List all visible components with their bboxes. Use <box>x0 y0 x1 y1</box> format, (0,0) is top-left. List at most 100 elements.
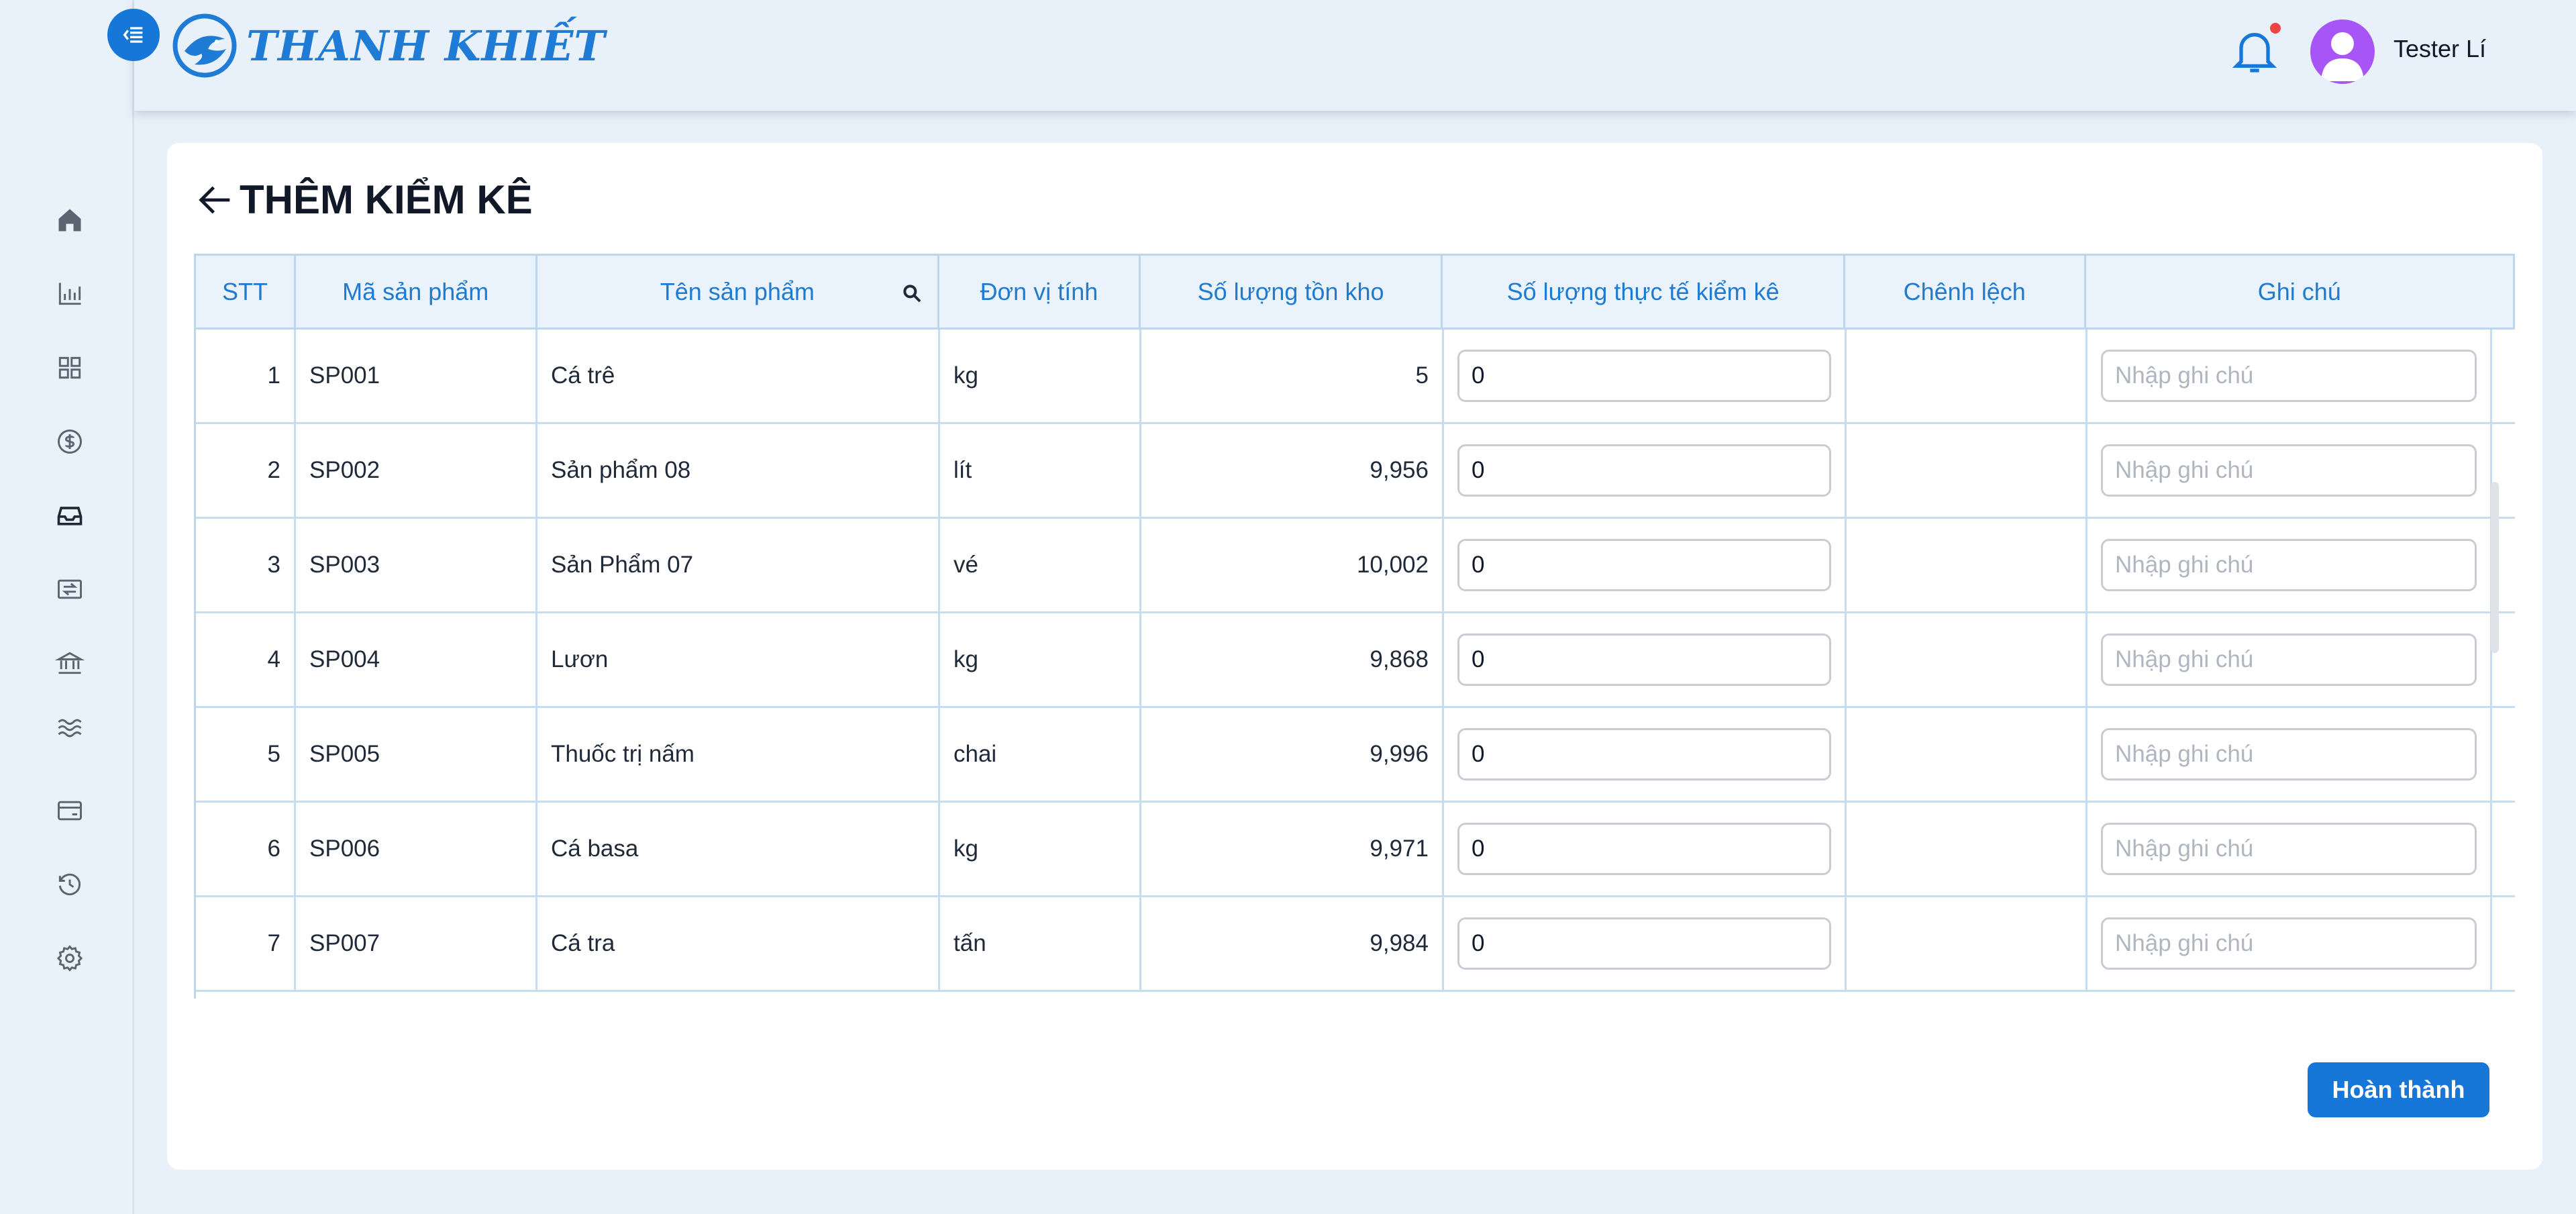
note-input[interactable] <box>2101 823 2477 875</box>
table-row: 2 SP002 Sản phẩm 08 lít 9,956 <box>196 424 2515 519</box>
row-product-code: SP004 <box>296 613 537 706</box>
row-unit: kg <box>940 613 1141 706</box>
column-header-note: Ghi chú <box>2086 256 2515 327</box>
notification-dot <box>2270 23 2281 34</box>
row-note-cell <box>2088 803 2492 895</box>
row-product-code: SP003 <box>296 519 537 611</box>
actual-count-input[interactable] <box>1457 444 1831 497</box>
table-row: 5 SP005 Thuốc trị nấm chai 9,996 <box>196 708 2515 803</box>
row-stt: 4 <box>196 613 296 706</box>
row-stt: 1 <box>196 330 296 422</box>
row-note-cell <box>2088 519 2492 611</box>
row-product-code: SP006 <box>296 803 537 895</box>
row-stock-qty: 9,868 <box>1141 613 1444 706</box>
sidebar <box>0 0 134 1214</box>
row-unit: kg <box>940 330 1141 422</box>
row-stt: 3 <box>196 519 296 611</box>
table-row: 3 SP003 Sản Phẩm 07 vé 10,002 <box>196 519 2515 613</box>
row-difference <box>1847 330 2088 422</box>
note-input[interactable] <box>2101 634 2477 686</box>
table-scrollbar[interactable] <box>2491 482 2499 653</box>
back-arrow-icon[interactable] <box>194 179 237 221</box>
row-stt: 5 <box>196 708 296 801</box>
row-product-name: Sản phẩm 08 <box>537 424 940 517</box>
row-stock-qty: 10,002 <box>1141 519 1444 611</box>
row-product-name: Cá basa <box>537 803 940 895</box>
note-input[interactable] <box>2101 917 2477 970</box>
note-input[interactable] <box>2101 350 2477 402</box>
brand-logo[interactable]: THANH KHIẾT <box>171 12 606 79</box>
row-difference <box>1847 424 2088 517</box>
fish-logo-icon <box>172 13 237 78</box>
page-header: THÊM KIỂM KÊ <box>194 176 533 223</box>
row-product-name: Lươn <box>537 613 940 706</box>
settings-icon[interactable] <box>51 940 89 977</box>
note-input[interactable] <box>2101 444 2477 497</box>
home-icon[interactable] <box>51 201 89 239</box>
actual-count-input[interactable] <box>1457 728 1831 780</box>
row-stock-qty: 9,956 <box>1141 424 1444 517</box>
actual-count-input[interactable] <box>1457 823 1831 875</box>
row-actual-count-cell <box>1444 803 1847 895</box>
row-product-code: SP002 <box>296 424 537 517</box>
actual-count-input[interactable] <box>1457 634 1831 686</box>
avatar[interactable] <box>2310 19 2375 84</box>
grid-icon[interactable] <box>51 349 89 387</box>
actual-count-input[interactable] <box>1457 350 1831 402</box>
credit-card-icon[interactable] <box>51 792 89 829</box>
row-actual-count-cell <box>1444 519 1847 611</box>
bar-chart-icon[interactable] <box>51 275 89 313</box>
row-stock-qty: 9,971 <box>1141 803 1444 895</box>
row-note-cell <box>2088 424 2492 517</box>
column-header-stt: STT <box>196 256 296 327</box>
column-header-stock: Số lượng tồn kho <box>1141 256 1443 327</box>
table-row: 6 SP006 Cá basa kg 9,971 <box>196 803 2515 897</box>
column-header-unit: Đơn vị tính <box>939 256 1141 327</box>
row-difference <box>1847 708 2088 801</box>
column-header-product-code: Mã sản phẩm <box>296 256 537 327</box>
row-actual-count-cell <box>1444 330 1847 422</box>
row-product-code: SP005 <box>296 708 537 801</box>
column-header-product-name: Tên sản phẩm <box>537 256 940 327</box>
row-stock-qty: 9,984 <box>1141 897 1444 990</box>
menu-fold-icon <box>123 27 143 43</box>
row-product-code: SP001 <box>296 330 537 422</box>
row-stt: 2 <box>196 424 296 517</box>
row-unit: vé <box>940 519 1141 611</box>
waves-icon[interactable] <box>51 709 89 747</box>
row-stock-qty: 5 <box>1141 330 1444 422</box>
sidebar-toggle-button[interactable] <box>107 9 160 61</box>
user-icon <box>2321 32 2364 81</box>
search-icon[interactable] <box>901 283 923 304</box>
table-body: 1SP001Cá trêkg52SP002Sản phẩm 08lít9,956… <box>196 330 2515 992</box>
row-unit: chai <box>940 708 1141 801</box>
history-icon[interactable] <box>51 866 89 903</box>
complete-button[interactable]: Hoàn thành <box>2308 1062 2489 1117</box>
actual-count-input[interactable] <box>1457 539 1831 591</box>
actual-count-input[interactable] <box>1457 917 1831 970</box>
main-card: THÊM KIỂM KÊ STT Mã sản phẩm Tên sản phẩ… <box>167 143 2542 1170</box>
row-actual-count-cell <box>1444 424 1847 517</box>
row-difference <box>1847 897 2088 990</box>
row-difference <box>1847 613 2088 706</box>
dollar-circle-icon[interactable] <box>51 423 89 460</box>
row-product-name: Sản Phẩm 07 <box>537 519 940 611</box>
note-input[interactable] <box>2101 728 2477 780</box>
row-unit: tấn <box>940 897 1141 990</box>
table-header: STT Mã sản phẩm Tên sản phẩm Đơn vị tính… <box>196 254 2515 330</box>
row-product-name: Thuốc trị nấm <box>537 708 940 801</box>
table-row: 1 SP001 Cá trê kg 5 <box>196 330 2515 424</box>
transfer-icon[interactable] <box>51 570 89 608</box>
note-input[interactable] <box>2101 539 2477 591</box>
row-actual-count-cell <box>1444 897 1847 990</box>
inventory-table: STT Mã sản phẩm Tên sản phẩm Đơn vị tính… <box>194 254 2515 999</box>
row-note-cell <box>2088 708 2492 801</box>
table-row: 4 SP004 Lươn kg 9,868 <box>196 613 2515 708</box>
row-stt: 6 <box>196 803 296 895</box>
bank-icon[interactable] <box>51 644 89 682</box>
inbox-icon[interactable] <box>51 497 89 534</box>
row-stt: 7 <box>196 897 296 990</box>
user-name[interactable]: Tester Lí <box>2393 35 2486 63</box>
row-note-cell <box>2088 897 2492 990</box>
row-actual-count-cell <box>1444 708 1847 801</box>
